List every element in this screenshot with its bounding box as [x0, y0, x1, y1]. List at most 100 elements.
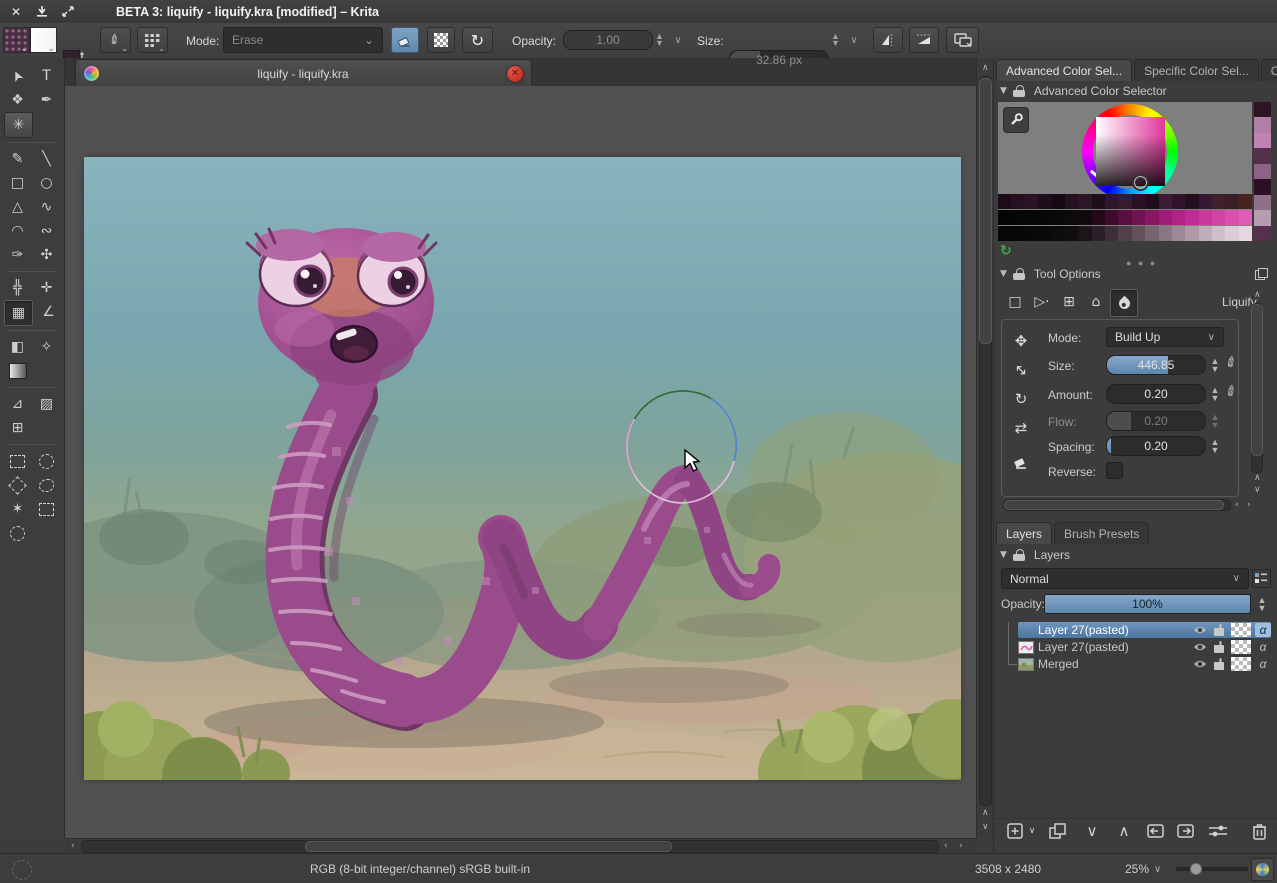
layer-row-1[interactable]: Layer 27(pasted)α	[1018, 622, 1271, 638]
canvas-artwork[interactable]	[84, 157, 961, 780]
similar-select-tool[interactable]: ✶	[4, 497, 31, 521]
shade-swatch-2-3[interactable]	[1025, 210, 1038, 225]
add-layer-button[interactable]	[1004, 819, 1026, 843]
lock-docker-icon[interactable]	[1013, 549, 1026, 562]
brush-presets-button[interactable]: ⌄	[137, 27, 168, 53]
reload-preset-button[interactable]: ↻	[462, 27, 493, 53]
canvas-viewport[interactable]	[65, 86, 976, 837]
color-history-swatch-6[interactable]	[1254, 179, 1271, 194]
amount-spinner[interactable]: ▲▼	[1208, 386, 1222, 402]
shade-swatch-3-8[interactable]	[1092, 226, 1105, 241]
shade-swatch-3-7[interactable]	[1078, 226, 1091, 241]
layer-properties-button[interactable]	[1204, 819, 1232, 843]
delete-layer-button[interactable]	[1246, 819, 1272, 843]
erase-mode-toggle[interactable]	[391, 27, 419, 53]
shade-swatch-3-6[interactable]	[1065, 226, 1078, 241]
color-history-swatch-8[interactable]	[1254, 210, 1271, 225]
shade-swatch-3-17[interactable]	[1212, 226, 1225, 241]
shade-swatch-3-16[interactable]	[1199, 226, 1212, 241]
shade-swatch-1-1[interactable]	[998, 194, 1011, 209]
move-tool[interactable]: ✛	[33, 276, 60, 300]
liquify-move-icon[interactable]: ✥	[1008, 329, 1034, 353]
shape-select-tool[interactable]: ➤	[4, 64, 31, 88]
color-docker-tab-3[interactable]: Color Sli...	[1261, 59, 1277, 81]
collapse-arrow-icon[interactable]: ▼	[1000, 86, 1007, 96]
liquify-flow-slider[interactable]: 0.20	[1106, 411, 1206, 431]
pattern-chooser-button[interactable]: ⌄	[3, 27, 30, 53]
docker-splitter[interactable]: ● ● ●	[1126, 258, 1157, 268]
shade-swatch-2-5[interactable]	[1052, 210, 1065, 225]
pattern-edit-tool[interactable]: ✳	[4, 112, 33, 138]
size-spinner[interactable]: ▲▼	[831, 30, 840, 50]
maximize-window-button[interactable]	[58, 3, 78, 21]
layer-transparency-thumbnail[interactable]	[1231, 623, 1251, 637]
shade-row-1[interactable]	[998, 194, 1252, 209]
duplicate-layer-button[interactable]	[1046, 819, 1070, 843]
shade-row-3[interactable]	[998, 226, 1252, 241]
transform-liquify-button[interactable]	[1110, 289, 1138, 317]
shade-swatch-1-3[interactable]	[1025, 194, 1038, 209]
crop-tool[interactable]: ╬	[4, 276, 31, 300]
shade-swatch-2-15[interactable]	[1185, 210, 1198, 225]
liquify-offset-icon[interactable]: ⇄	[1008, 416, 1034, 440]
shade-swatch-3-14[interactable]	[1172, 226, 1185, 241]
shade-swatch-2-16[interactable]	[1199, 210, 1212, 225]
visibility-eye-icon[interactable]	[1193, 642, 1207, 652]
shade-swatch-2-4[interactable]	[1038, 210, 1051, 225]
shade-swatch-1-17[interactable]	[1212, 194, 1225, 209]
shade-swatch-3-18[interactable]	[1225, 226, 1238, 241]
edit-shapes-tool[interactable]: ❖	[4, 88, 31, 112]
blending-mode-dropdown[interactable]: Erase ⌄	[223, 27, 383, 53]
measure-tool[interactable]: ∠	[35, 300, 62, 324]
shade-swatch-1-12[interactable]	[1145, 194, 1158, 209]
transform-cage-button[interactable]: ⌂	[1083, 289, 1109, 315]
shade-swatch-3-2[interactable]	[1011, 226, 1024, 241]
size-spinner[interactable]: ▲▼	[1208, 357, 1222, 373]
layer-row-2[interactable]: Layer 27(pasted)α	[1018, 639, 1271, 655]
visibility-eye-icon[interactable]	[1193, 625, 1207, 635]
tool-options-scroll-up[interactable]: ∧	[1254, 291, 1261, 300]
shade-swatch-1-10[interactable]	[1118, 194, 1131, 209]
ellipse-tool[interactable]: ○	[33, 171, 60, 195]
mirror-vertical-button[interactable]	[909, 27, 939, 53]
shade-swatch-3-13[interactable]	[1159, 226, 1172, 241]
rect-select-tool[interactable]	[4, 449, 31, 473]
preserve-alpha-toggle[interactable]	[427, 27, 455, 53]
transform-perspective-button[interactable]: ▷·	[1029, 289, 1055, 315]
shade-swatch-2-12[interactable]	[1145, 210, 1158, 225]
freehand-path-tool[interactable]: ∾	[33, 219, 60, 243]
layer-opacity-slider[interactable]: 100%	[1044, 594, 1251, 614]
shade-swatch-3-15[interactable]	[1185, 226, 1198, 241]
scroll-down-arrow[interactable]: ∨	[982, 823, 989, 832]
shade-swatch-1-14[interactable]	[1172, 194, 1185, 209]
transform-free-button[interactable]: □	[1002, 289, 1028, 315]
color-selector-settings-button[interactable]	[1003, 107, 1029, 133]
freehand-select-tool[interactable]	[33, 473, 60, 497]
shade-swatch-1-16[interactable]	[1199, 194, 1212, 209]
shade-swatch-2-17[interactable]	[1212, 210, 1225, 225]
line-tool[interactable]: ╲	[33, 147, 60, 171]
shade-swatch-1-18[interactable]	[1225, 194, 1238, 209]
multibrush-tool[interactable]: ✣	[33, 243, 60, 267]
opacity-spinner[interactable]: ▲▼	[655, 30, 664, 50]
layer-style-icon[interactable]	[1213, 641, 1225, 654]
collapse-arrow-icon[interactable]: ▼	[1000, 550, 1007, 560]
bezier-curve-tool[interactable]: ◠	[4, 219, 31, 243]
tool-options-hscroll-handle[interactable]	[1004, 500, 1224, 510]
color-history-swatch-2[interactable]	[1254, 117, 1271, 132]
transform-warp-button[interactable]: ⊞	[1056, 289, 1082, 315]
assistants-tool[interactable]: ⊿	[4, 392, 31, 416]
layer-opacity-spinner[interactable]: ▲▼	[1255, 596, 1269, 612]
scroll-right-arrow[interactable]: ›	[959, 842, 963, 851]
lock-docker-icon[interactable]	[1013, 268, 1026, 281]
add-layer-dropdown-arrow[interactable]: ∨	[1026, 819, 1038, 843]
shade-swatch-3-19[interactable]	[1239, 226, 1252, 241]
color-profile-button[interactable]	[1251, 858, 1274, 881]
color-sampler-tool[interactable]: ✧	[33, 335, 60, 359]
liquify-spacing-slider[interactable]: 0.20	[1106, 436, 1206, 456]
color-history-swatch-9[interactable]	[1254, 226, 1271, 241]
alpha-inherit-toggle[interactable]: α	[1255, 623, 1271, 637]
shade-swatch-1-9[interactable]	[1105, 194, 1118, 209]
grid-tool[interactable]: ⊞	[4, 416, 31, 440]
move-layer-left-button[interactable]	[1142, 819, 1168, 843]
